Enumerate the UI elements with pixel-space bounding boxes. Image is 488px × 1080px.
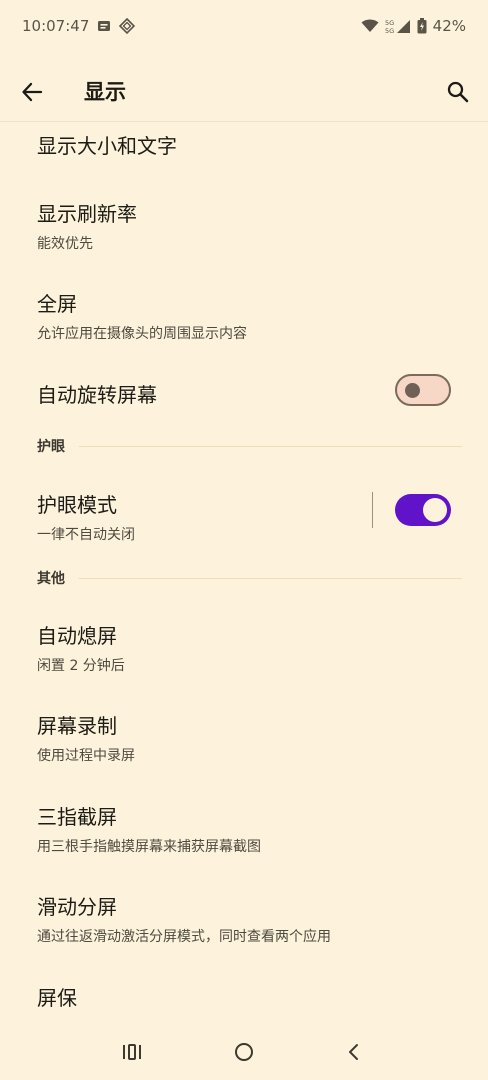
auto-rotate-toggle[interactable] [395,374,451,406]
top-app-bar: 显示 [0,62,488,122]
navigation-bar [0,1024,488,1080]
setting-screen-record[interactable]: 屏幕录制 使用过程中录屏 [37,710,458,765]
setting-title: 屏保 [37,986,77,1010]
setting-screensaver[interactable]: 屏保 [37,982,458,1011]
setting-refresh-rate[interactable]: 显示刷新率 能效优先 [37,198,458,253]
section-label: 护眼 [37,439,65,455]
setting-title: 滑动分屏 [37,895,117,919]
setting-title: 显示大小和文字 [37,134,177,158]
setting-title: 显示刷新率 [37,202,137,226]
eye-mode-toggle[interactable] [395,494,451,526]
setting-title: 屏幕录制 [37,714,117,738]
setting-subtitle: 允许应用在摄像头的周围显示内容 [37,326,247,342]
setting-title: 三指截屏 [37,805,117,829]
page-title: 显示 [84,80,126,104]
battery-icon [417,18,427,34]
message-icon [97,19,111,33]
setting-split-screen[interactable]: 滑动分屏 通过往返滑动激活分屏模式，同时查看两个应用 [37,891,458,946]
toggle-knob [405,383,420,398]
recents-button[interactable] [114,1034,150,1070]
arrow-left-icon [22,82,43,102]
section-header-other: 其他 [37,568,462,588]
home-icon [235,1043,253,1061]
cellular-signal-icon: 5G 5G [385,18,411,34]
setting-fullscreen[interactable]: 全屏 允许应用在摄像头的周围显示内容 [37,288,458,343]
status-right: 5G 5G 42% [361,17,466,35]
status-time: 10:07:47 [22,17,90,35]
setting-title: 自动熄屏 [37,624,117,648]
setting-subtitle: 使用过程中录屏 [37,748,135,764]
section-header-eye-care: 护眼 [37,436,462,456]
battery-percent: 42% [432,17,466,35]
setting-title: 护眼模式 [37,493,117,517]
section-label: 其他 [37,571,65,587]
setting-title: 自动旋转屏幕 [37,383,157,407]
setting-subtitle: 通过往返滑动激活分屏模式，同时查看两个应用 [37,929,331,945]
app-notification-icon [119,18,136,34]
back-nav-button[interactable] [336,1034,372,1070]
setting-subtitle: 用三根手指触摸屏幕来捕获屏幕截图 [37,839,261,855]
home-button[interactable] [226,1034,262,1070]
setting-display-size[interactable]: 显示大小和文字 [37,130,458,159]
chevron-left-icon [349,1044,358,1060]
status-bar: 10:07:47 5G 5G 42% [0,0,488,52]
search-button[interactable] [444,78,472,106]
section-divider [79,577,462,579]
svg-text:5G: 5G [385,27,394,34]
status-left: 10:07:47 [22,17,136,35]
setting-subtitle: 一律不自动关闭 [37,527,135,543]
toggle-knob [423,498,447,522]
back-button[interactable] [18,78,46,106]
header-divider [0,121,488,122]
wifi-icon [361,19,379,33]
setting-screen-off[interactable]: 自动熄屏 闲置 2 分钟后 [37,620,458,675]
setting-auto-rotate[interactable]: 自动旋转屏幕 [37,379,368,408]
setting-subtitle: 闲置 2 分钟后 [37,658,125,674]
toggle-separator [372,492,373,528]
svg-text:5G: 5G [385,19,394,27]
setting-subtitle: 能效优先 [37,236,93,252]
section-divider [79,445,462,447]
setting-three-finger-screenshot[interactable]: 三指截屏 用三根手指触摸屏幕来捕获屏幕截图 [37,801,458,856]
setting-title: 全屏 [37,292,77,316]
search-icon [447,81,469,103]
recents-icon [123,1044,141,1060]
setting-eye-mode[interactable]: 护眼模式 一律不自动关闭 [37,489,358,544]
